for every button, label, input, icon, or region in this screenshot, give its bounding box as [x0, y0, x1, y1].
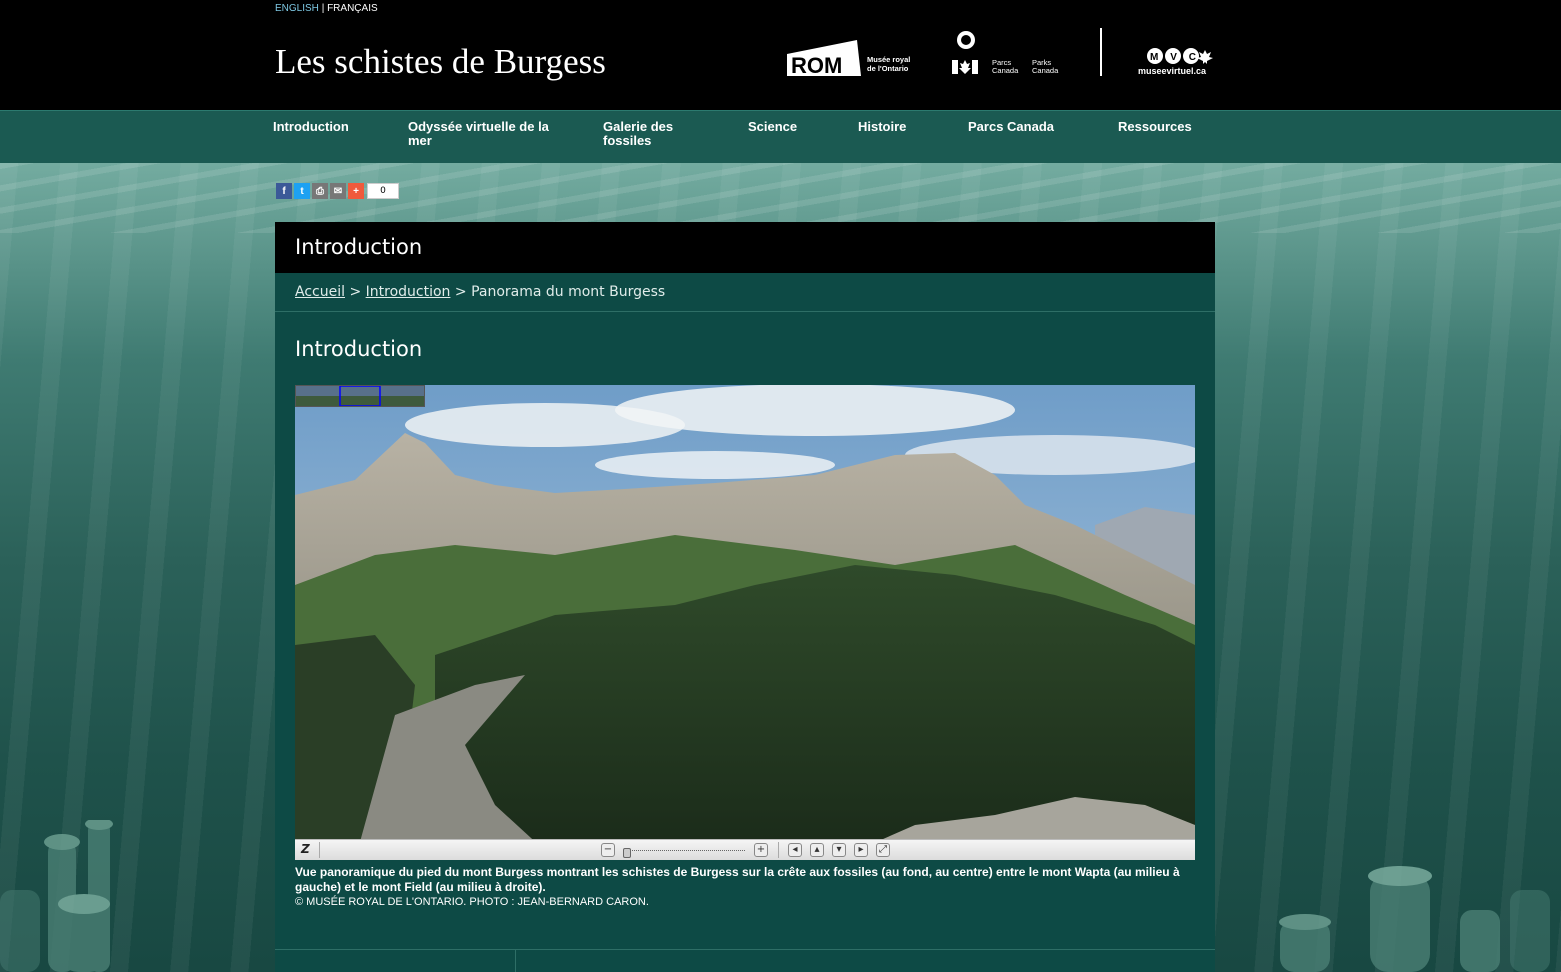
twitter-icon[interactable]: t: [294, 183, 310, 199]
content-footer-divider: [275, 949, 1215, 950]
nav-item-introduction[interactable]: Introduction: [273, 120, 383, 134]
more-icon[interactable]: +: [348, 183, 364, 199]
breadcrumb-home-link[interactable]: Accueil: [295, 284, 345, 300]
toolbar-separator: [778, 842, 779, 858]
panorama-viewer[interactable]: [295, 385, 1195, 860]
language-english-link[interactable]: ENGLISH: [275, 3, 319, 14]
pan-right-icon[interactable]: ▸: [854, 843, 868, 857]
nav-item-histoire[interactable]: Histoire: [858, 120, 938, 134]
language-separator: |: [321, 3, 325, 14]
breadcrumb-separator: >: [454, 284, 467, 300]
language-switcher: ENGLISH | FRANÇAIS: [275, 3, 378, 14]
content-footer-column-divider: [515, 950, 516, 972]
main-nav: Introduction Odyssée virtuelle de la mer…: [0, 110, 1561, 163]
language-french-current: FRANÇAIS: [327, 3, 378, 14]
page-header: Introduction: [275, 222, 1215, 273]
breadcrumb-section-link[interactable]: Introduction: [366, 284, 451, 300]
rom-logo[interactable]: ROM Musée royal de l'Ontario: [787, 38, 919, 78]
pan-down-icon[interactable]: ▾: [832, 843, 846, 857]
facebook-icon[interactable]: f: [276, 183, 292, 199]
viewer-toolbar: Z − + ◂ ▴ ▾ ▸ ⤢: [295, 839, 1195, 860]
panorama-image[interactable]: [295, 385, 1195, 860]
header-divider: [1100, 28, 1102, 76]
rom-logo-line1: Musée royal: [867, 55, 910, 64]
breadcrumb-divider: [275, 311, 1215, 312]
parks-logo-fr2: Canada: [992, 66, 1019, 75]
nav-item-science[interactable]: Science: [748, 120, 828, 134]
share-count: 0: [367, 183, 399, 199]
nav-item-ressources[interactable]: Ressources: [1118, 120, 1218, 134]
mvc-logo-text: museevirtuel.ca: [1138, 66, 1207, 76]
print-icon[interactable]: ⎙: [312, 183, 328, 199]
zoom-slider-track[interactable]: [623, 850, 745, 851]
page-heading: Introduction: [295, 235, 423, 259]
nav-item-odyssee[interactable]: Odyssée virtuelle de la mer: [408, 120, 558, 148]
breadcrumb-separator: >: [349, 284, 362, 300]
sponge-illustration-right: [1279, 866, 1550, 972]
nav-item-galerie[interactable]: Galerie des fossiles: [603, 120, 703, 148]
parks-canada-logo[interactable]: Parcs Canada Parks Canada: [950, 30, 1070, 78]
breadcrumb-current: Panorama du mont Burgess: [471, 284, 666, 300]
pan-left-icon[interactable]: ◂: [788, 843, 802, 857]
toolbar-separator: [319, 842, 320, 858]
parks-logo-en2: Canada: [1032, 66, 1059, 75]
site-title[interactable]: Les schistes de Burgess: [275, 42, 606, 82]
rom-logo-mark: ROM: [791, 53, 842, 78]
breadcrumb: Accueil > Introduction > Panorama du mon…: [295, 284, 665, 300]
zoomify-logo[interactable]: Z: [301, 842, 310, 856]
email-icon[interactable]: ✉: [330, 183, 346, 199]
mvc-logo[interactable]: MVC museevirtuel.ca: [1137, 46, 1217, 78]
share-bar: f t ⎙ ✉ + 0: [276, 183, 399, 199]
zoom-slider-thumb[interactable]: [623, 848, 631, 858]
mvc-logo-mark: MVC: [1150, 52, 1196, 63]
content-panel: Accueil > Introduction > Panorama du mon…: [275, 273, 1215, 972]
section-title: Introduction: [295, 337, 423, 361]
sponge-illustration-left: [0, 820, 113, 972]
zoom-out-button[interactable]: −: [601, 843, 615, 857]
nav-item-parcs-canada[interactable]: Parcs Canada: [968, 120, 1088, 134]
reset-view-icon[interactable]: ⤢: [876, 843, 890, 857]
site-header: ENGLISH | FRANÇAIS Les schistes de Burge…: [0, 0, 1561, 110]
image-credit: © MUSÉE ROYAL DE L'ONTARIO. PHOTO : JEAN…: [295, 896, 649, 908]
navigator-thumbnail[interactable]: [295, 385, 425, 407]
pan-up-icon[interactable]: ▴: [810, 843, 824, 857]
image-caption: Vue panoramique du pied du mont Burgess …: [295, 865, 1180, 894]
zoom-in-button[interactable]: +: [754, 843, 768, 857]
rom-logo-line2: de l'Ontario: [867, 64, 909, 73]
